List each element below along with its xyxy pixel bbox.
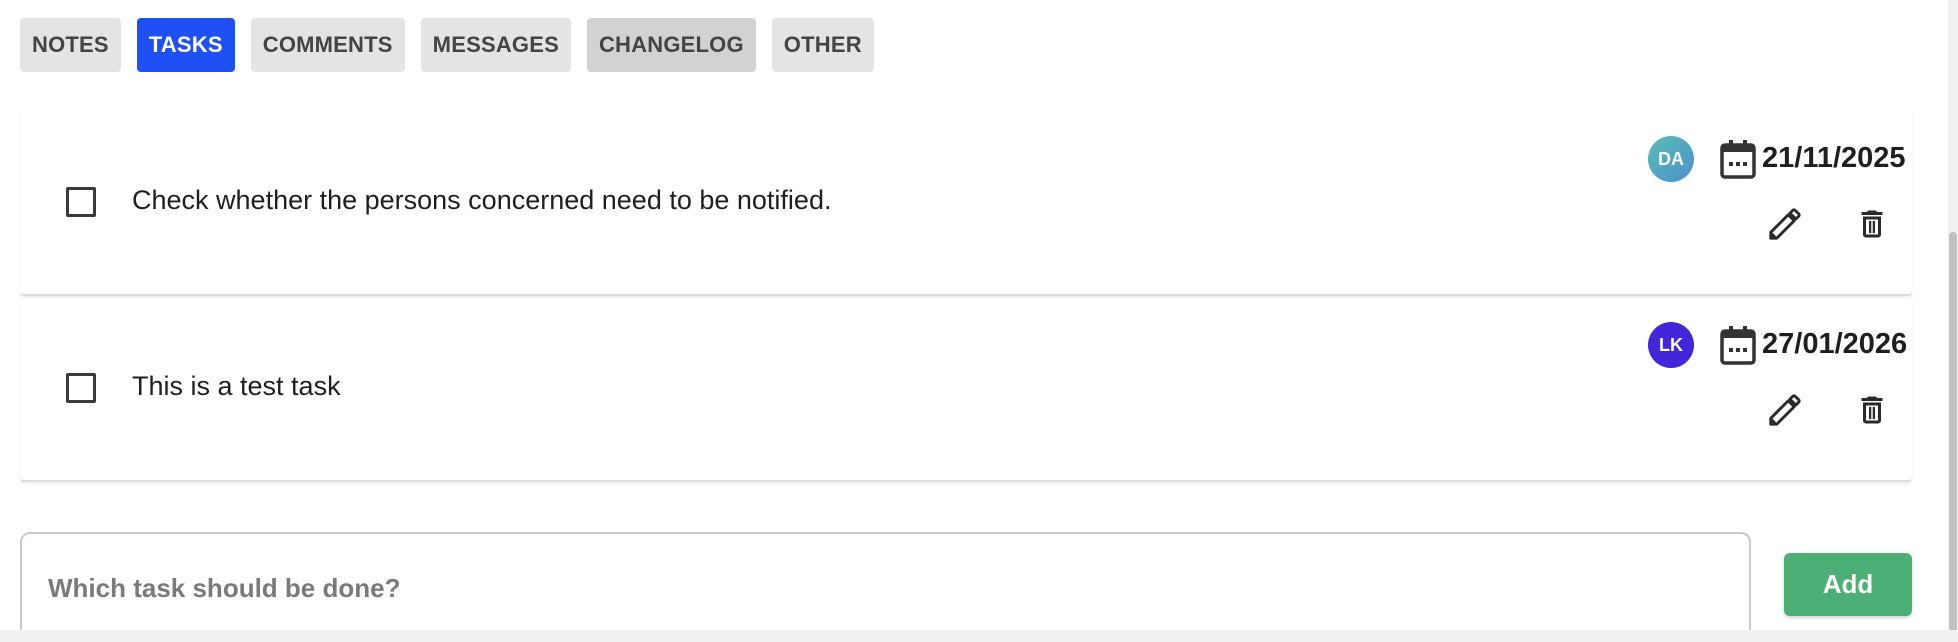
assignee-avatar[interactable]: LK bbox=[1648, 322, 1694, 368]
task-list: Check whether the persons concerned need… bbox=[20, 110, 1912, 482]
assignee-avatar[interactable]: DA bbox=[1648, 136, 1694, 182]
trash-icon[interactable] bbox=[1854, 391, 1890, 429]
due-date: 21/11/2025 bbox=[1762, 142, 1906, 174]
task-item: This is a test task LK 27/01/2026 bbox=[20, 296, 1912, 482]
pencil-icon[interactable] bbox=[1766, 205, 1804, 243]
due-date: 27/01/2026 bbox=[1762, 328, 1908, 360]
tab-messages[interactable]: MESSAGES bbox=[420, 18, 571, 72]
tab-notes[interactable]: NOTES bbox=[20, 18, 121, 72]
vertical-scrollbar[interactable] bbox=[1948, 0, 1958, 642]
task-text: This is a test task bbox=[132, 371, 341, 401]
new-task-input[interactable] bbox=[20, 532, 1751, 642]
task-done-checkbox[interactable] bbox=[66, 373, 96, 403]
task-done-checkbox[interactable] bbox=[66, 187, 96, 217]
tab-changelog[interactable]: CHANGELOG bbox=[586, 18, 756, 72]
task-item: Check whether the persons concerned need… bbox=[20, 110, 1912, 296]
tab-bar: NOTES TASKS COMMENTS MESSAGES CHANGELOG … bbox=[20, 18, 874, 72]
add-task-button[interactable]: Add bbox=[1784, 553, 1912, 616]
calendar-icon bbox=[1720, 140, 1756, 179]
tab-tasks[interactable]: TASKS bbox=[136, 18, 235, 72]
horizontal-scrollbar[interactable] bbox=[0, 630, 1958, 642]
vertical-scrollbar-thumb[interactable] bbox=[1949, 232, 1957, 632]
tab-comments[interactable]: COMMENTS bbox=[250, 18, 405, 72]
calendar-icon bbox=[1720, 326, 1756, 365]
tab-other[interactable]: OTHER bbox=[771, 18, 874, 72]
pencil-icon[interactable] bbox=[1766, 391, 1804, 429]
task-text: Check whether the persons concerned need… bbox=[132, 185, 832, 215]
trash-icon[interactable] bbox=[1854, 205, 1890, 243]
